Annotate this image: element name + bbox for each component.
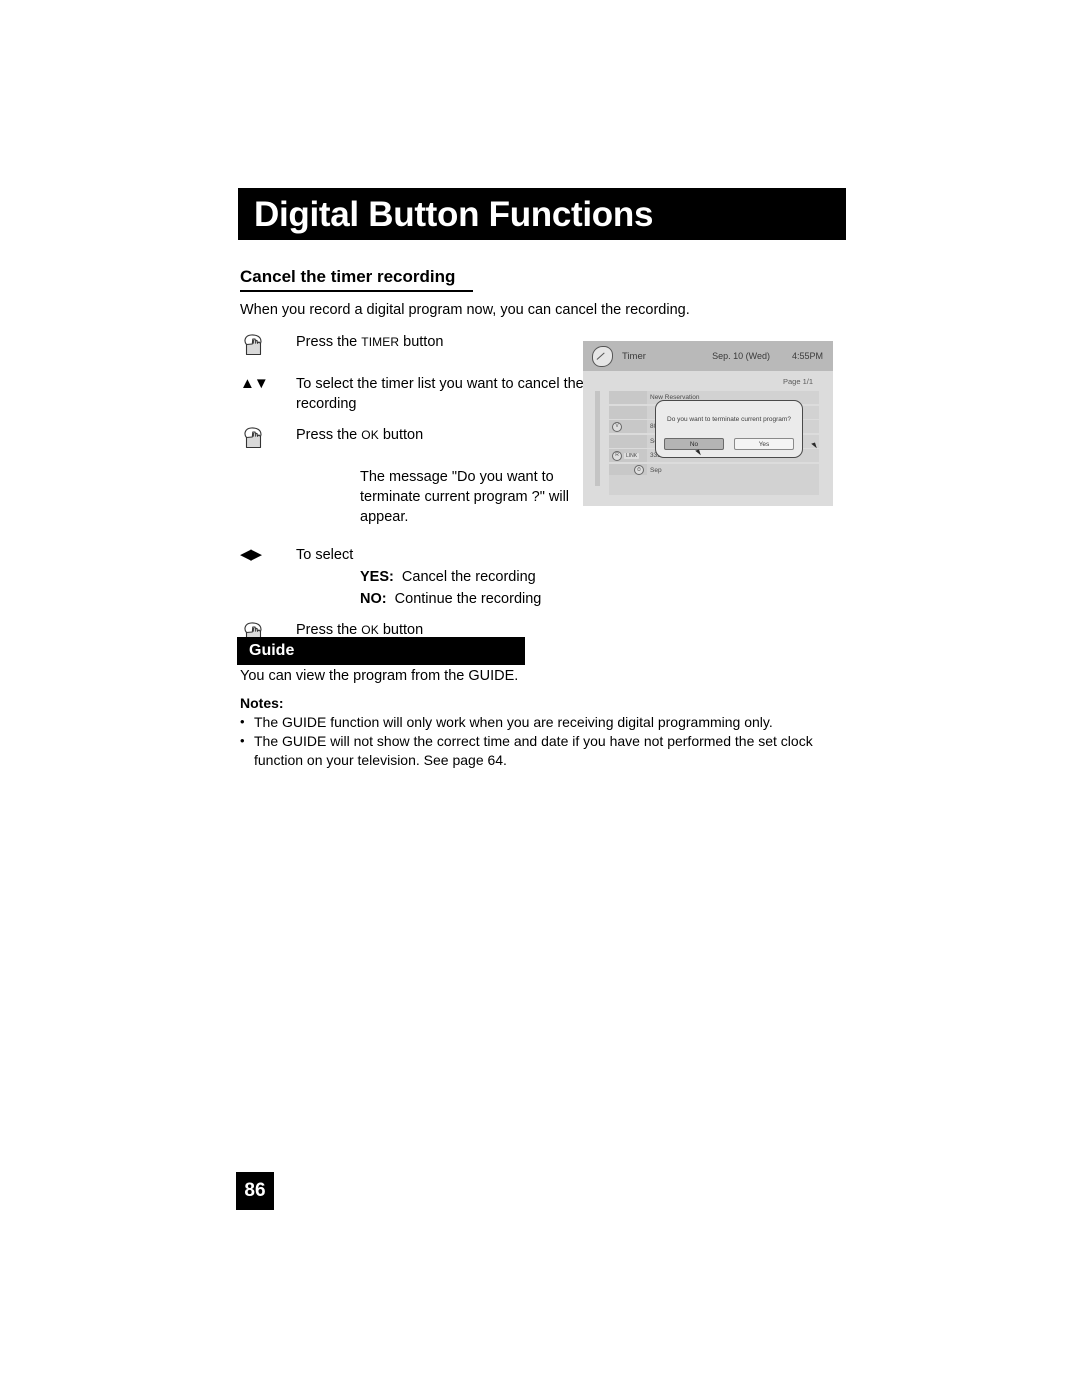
step-press-ok-first: Press the Ok button (240, 423, 585, 453)
r-badge-icon: R (612, 450, 622, 461)
link-badge: LINK (624, 452, 640, 459)
step-to-select: ◀▶ To select (240, 543, 585, 565)
yes-option-row: YES: Cancel the recording (360, 567, 585, 587)
clock-icon (592, 345, 613, 367)
note-item: • The GUIDE function will only work when… (240, 713, 840, 731)
chapter-title: Digital Button Functions (254, 194, 654, 234)
section-heading: Cancel the timer recording (240, 267, 474, 292)
step-select-timer-list: ▲▼ To select the timer list you want to … (240, 372, 585, 414)
tv-confirm-dialog: Do you want to terminate current program… (655, 400, 803, 458)
step-press-ok-first-text: Press the Ok button (296, 423, 423, 445)
step3-prefix: Press the (296, 427, 362, 443)
no-text: Continue the recording (394, 591, 542, 607)
tv-header-title: Timer (622, 350, 646, 362)
row-icon-cell (609, 405, 647, 419)
chapter-title-bar: Digital Button Functions (238, 188, 846, 240)
row-icon-cell: R LINK (609, 449, 647, 462)
step5-suffix: button (378, 622, 424, 638)
row-icon-cell: V (609, 420, 647, 433)
up-down-arrow-glyphs: ▲▼ (240, 375, 269, 392)
bullet-icon: • (240, 733, 245, 749)
page-number: 86 (236, 1172, 274, 1210)
message-note-text: The message "Do you want to terminate cu… (360, 469, 570, 525)
left-right-arrow-glyphs: ◀▶ (240, 546, 262, 563)
dialog-no-button[interactable]: No (664, 438, 724, 450)
tv-list-footer-bar (609, 475, 819, 495)
hand-press-icon (240, 423, 296, 453)
step-press-timer: Press the Timer button (240, 330, 585, 360)
notes-title: Notes: (240, 695, 284, 711)
dialog-message: Do you want to terminate current program… (667, 416, 791, 423)
note-item: • The GUIDE will not show the correct ti… (240, 732, 840, 769)
section-intro-text: When you record a digital program now, y… (240, 302, 690, 318)
tv-screen-illustration: Timer Sep. 10 (Wed) 4:55PM Page 1/1 New … (583, 341, 833, 506)
no-option-row: NO: Continue the recording (360, 589, 585, 609)
note-text: The GUIDE function will only work when y… (254, 714, 773, 730)
tv-screen-header: Timer Sep. 10 (Wed) 4:55PM (583, 341, 833, 371)
clock-badge-icon: ⏱ (634, 465, 644, 475)
no-label: NO: (360, 591, 387, 607)
step1-suffix: button (399, 334, 444, 350)
steps-list: Press the Timer button ▲▼ To select the … (240, 330, 585, 648)
dialog-yes-button[interactable]: Yes (734, 438, 794, 450)
hand-press-icon (240, 330, 296, 360)
step3-key: Ok (361, 428, 379, 442)
guide-section-label: Guide (249, 642, 295, 659)
tv-header-time: 4:55PM (791, 351, 823, 361)
v-badge-icon: V (612, 421, 622, 432)
step5-key: Ok (361, 623, 379, 637)
tv-scroll-track (595, 391, 600, 486)
step-to-select-text: To select (296, 547, 354, 563)
tv-page-indicator: Page 1/1 (782, 377, 813, 386)
left-right-arrows-icon: ◀▶ (240, 543, 296, 562)
step1-key: Timer (361, 335, 400, 349)
step-select-timer-list-text: To select the timer list you want to can… (296, 376, 584, 412)
yes-label: YES: (360, 569, 394, 585)
step3-suffix: button (378, 427, 424, 443)
manual-page: Digital Button Functions Cancel the time… (0, 0, 1080, 1397)
bullet-icon: • (240, 714, 245, 729)
guide-section-bar: Guide (237, 637, 525, 665)
row-icon-cell (609, 434, 647, 448)
up-down-arrows-icon: ▲▼ (240, 372, 296, 391)
note-text: The GUIDE will not show the correct time… (254, 733, 813, 768)
tv-header-date: Sep. 10 (Wed) (712, 351, 770, 361)
step1-prefix: Press the (296, 334, 362, 350)
step5-prefix: Press the (296, 622, 362, 638)
guide-description: You can view the program from the GUIDE. (240, 668, 519, 684)
notes-list: • The GUIDE function will only work when… (240, 713, 840, 770)
yes-text: Cancel the recording (401, 569, 536, 585)
row-icon-cell (609, 391, 647, 404)
step-press-timer-text: Press the Timer button (296, 330, 443, 352)
dialog-buttons: No Yes (664, 438, 794, 450)
